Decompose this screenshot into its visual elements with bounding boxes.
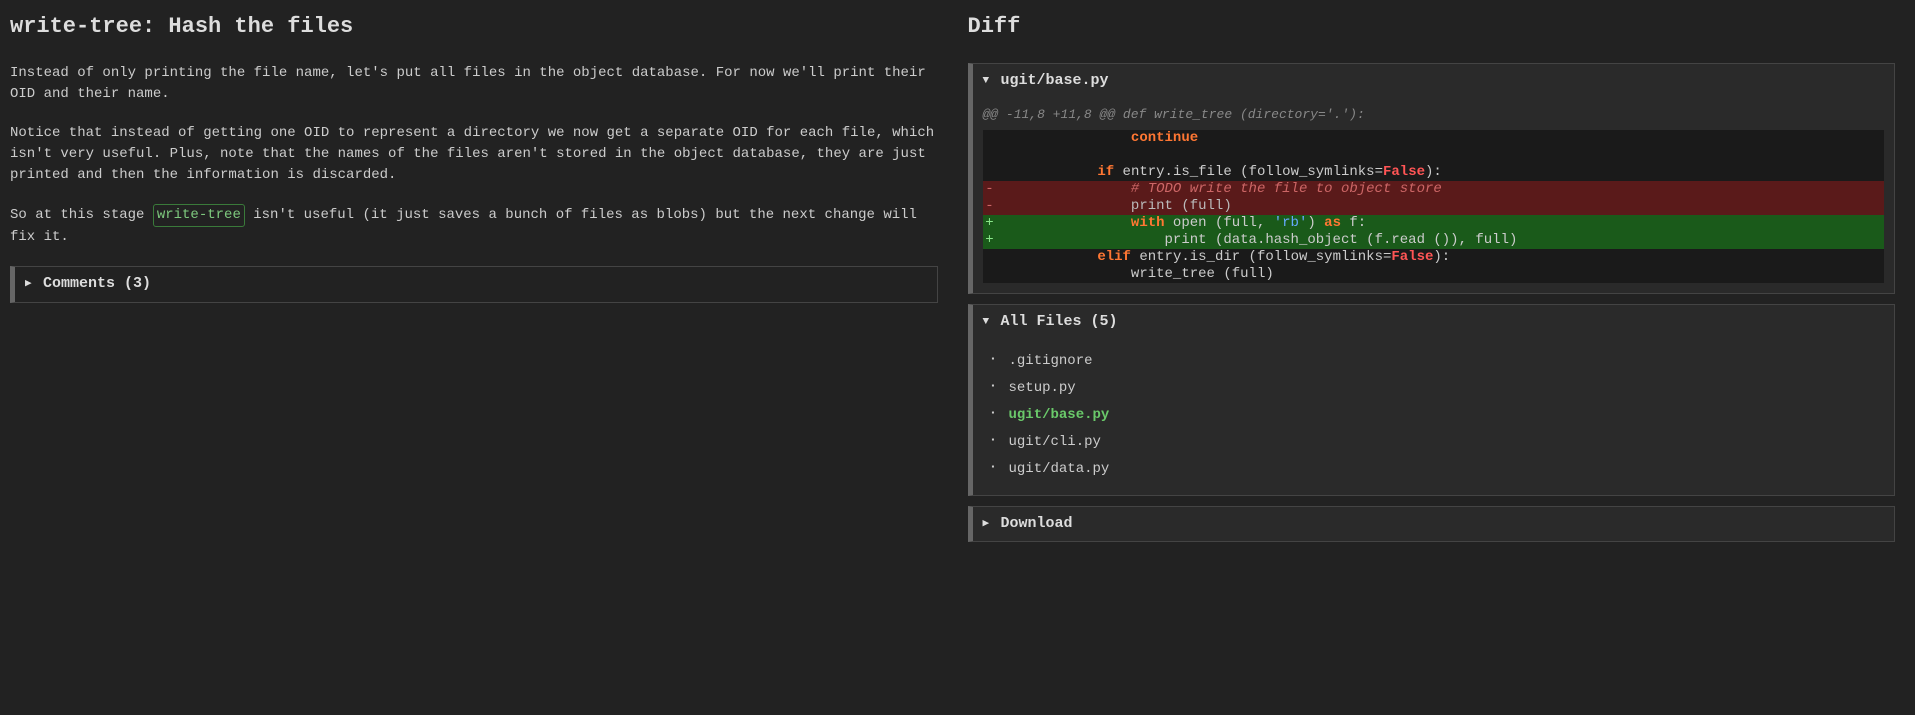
file-link[interactable]: ugit/base.py — [1009, 407, 1110, 423]
chevron-down-icon: ▼ — [983, 314, 995, 331]
diff-line-add: + with open (full, 'rb') as f: — [983, 215, 1885, 232]
diff-file-toggle[interactable]: ▼ ugit/base.py — [973, 64, 1895, 99]
download-toggle[interactable]: ▶ Download — [973, 507, 1895, 542]
diff-line-ctx: if entry.is_file (follow_symlinks=False)… — [983, 164, 1885, 181]
file-link[interactable]: .gitignore — [1009, 353, 1093, 369]
diff-file-name: ugit/base.py — [1001, 70, 1109, 93]
page-title: write-tree: Hash the files — [10, 10, 938, 43]
diff-hunk-header: @@ -11,8 +11,8 @@ def write_tree (direct… — [973, 99, 1895, 131]
comments-panel: ▶ Comments (3) — [10, 266, 938, 303]
chevron-right-icon: ▶ — [25, 276, 37, 293]
diff-heading: Diff — [968, 10, 1896, 43]
all-files-panel: ▼ All Files (5) .gitignore setup.py ugit/b… — [968, 304, 1896, 496]
file-link[interactable]: ugit/cli.py — [1009, 434, 1101, 450]
file-list: .gitignore setup.py ugit/base.py ugit/cli.p… — [973, 340, 1895, 495]
all-files-toggle[interactable]: ▼ All Files (5) — [973, 305, 1895, 340]
file-list-item: ugit/base.py — [1009, 402, 1885, 429]
comments-label: Comments (3) — [43, 273, 151, 296]
all-files-label: All Files (5) — [1001, 311, 1118, 334]
diff-line-del: - # TODO write the file to object store — [983, 181, 1885, 198]
file-list-item: .gitignore — [1009, 348, 1885, 375]
download-panel: ▶ Download — [968, 506, 1896, 543]
chevron-down-icon: ▼ — [983, 73, 995, 90]
diff-code-block: continue if entry.is_file (follow_symlin… — [983, 130, 1885, 283]
paragraph: So at this stage write-tree isn't useful… — [10, 204, 938, 248]
diff-line-add: + print (data.hash_object (f.read ()), f… — [983, 232, 1885, 249]
file-list-item: ugit/data.py — [1009, 456, 1885, 483]
file-list-item: setup.py — [1009, 375, 1885, 402]
chevron-right-icon: ▶ — [983, 516, 995, 533]
paragraph: Notice that instead of getting one OID t… — [10, 123, 938, 186]
diff-line-ctx: continue — [983, 130, 1885, 147]
diff-line-del: - print (full) — [983, 198, 1885, 215]
diff-file-panel: ▼ ugit/base.py @@ -11,8 +11,8 @@ def wri… — [968, 63, 1896, 294]
keyword-badge: write-tree — [153, 204, 245, 227]
diff-line-ctx: write_tree (full) — [983, 266, 1885, 283]
file-list-item: ugit/cli.py — [1009, 429, 1885, 456]
diff-line-ctx: elif entry.is_dir (follow_symlinks=False… — [983, 249, 1885, 266]
file-link[interactable]: setup.py — [1009, 380, 1076, 396]
file-link[interactable]: ugit/data.py — [1009, 461, 1110, 477]
comments-toggle[interactable]: ▶ Comments (3) — [15, 267, 937, 302]
paragraph: Instead of only printing the file name, … — [10, 63, 938, 105]
diff-line-ctx — [983, 147, 1885, 164]
download-label: Download — [1001, 513, 1073, 536]
